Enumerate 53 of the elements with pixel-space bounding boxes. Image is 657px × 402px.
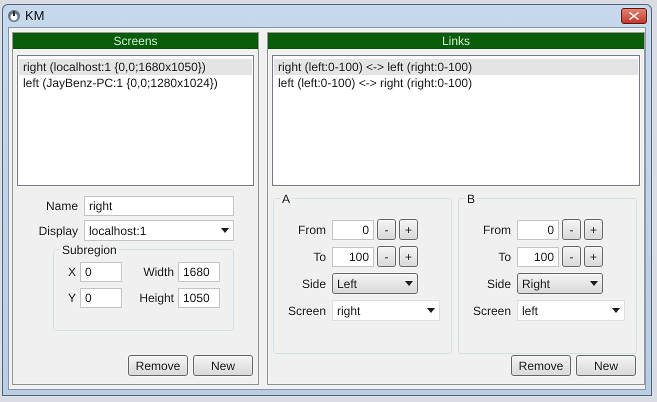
field-label: To [312, 248, 326, 266]
field-label: Screen [472, 302, 511, 320]
text-field[interactable]: 1680 [178, 262, 220, 282]
text-field[interactable]: right [84, 196, 234, 216]
panel-header: Links [268, 33, 644, 49]
button[interactable]: + [584, 246, 603, 267]
button[interactable]: + [584, 219, 603, 240]
button[interactable]: + [399, 246, 418, 267]
list-item[interactable]: right (localhost:1 {0,0;1680x1050}) [19, 59, 252, 75]
text-field[interactable]: 1050 [178, 288, 220, 308]
close-button[interactable] [621, 8, 647, 24]
field-label: Side [300, 276, 326, 292]
caret-icon [427, 308, 435, 313]
text-field[interactable]: 0 [332, 220, 374, 240]
caret-icon [590, 281, 598, 286]
close-icon [629, 12, 639, 20]
field-label: Height [138, 290, 174, 307]
field-label: Display [38, 222, 78, 240]
field-label: Name [44, 198, 78, 215]
text-field[interactable]: 0 [80, 288, 122, 308]
dropdown[interactable]: Left [332, 273, 418, 294]
button[interactable]: New [193, 355, 253, 376]
button[interactable]: Remove [128, 355, 188, 376]
dropdown[interactable]: left [517, 300, 625, 321]
field-label: Screen [286, 302, 326, 320]
dropdown[interactable]: localhost:1 [84, 220, 234, 241]
field-label: Side [486, 276, 511, 292]
button[interactable]: - [377, 219, 396, 240]
button[interactable]: - [562, 246, 581, 267]
button[interactable]: Remove [511, 355, 571, 376]
button[interactable]: New [576, 355, 636, 376]
list-item[interactable]: right (left:0-100) <-> left (right:0-100) [274, 59, 638, 75]
field-label: From [297, 222, 326, 238]
text-field[interactable]: 100 [332, 246, 374, 266]
window-title: KM [25, 7, 44, 26]
button[interactable]: + [399, 219, 418, 240]
field-label: Width [142, 264, 174, 281]
caret-icon [405, 281, 413, 286]
field-label: Y [66, 290, 76, 307]
dropdown[interactable]: right [332, 300, 440, 321]
field-label: From [482, 222, 511, 238]
dropdown[interactable]: Right [517, 273, 603, 294]
button[interactable]: - [377, 246, 396, 267]
field-label: X [66, 264, 76, 281]
field-label: To [497, 248, 511, 266]
app-icon [7, 9, 21, 23]
text-field[interactable]: 0 [80, 262, 122, 282]
text-field[interactable]: 0 [517, 220, 559, 240]
text-field[interactable]: 100 [517, 246, 559, 266]
caret-icon [612, 308, 620, 313]
panel-header: Screens [13, 33, 258, 49]
caret-icon [221, 228, 229, 233]
button[interactable]: - [562, 219, 581, 240]
